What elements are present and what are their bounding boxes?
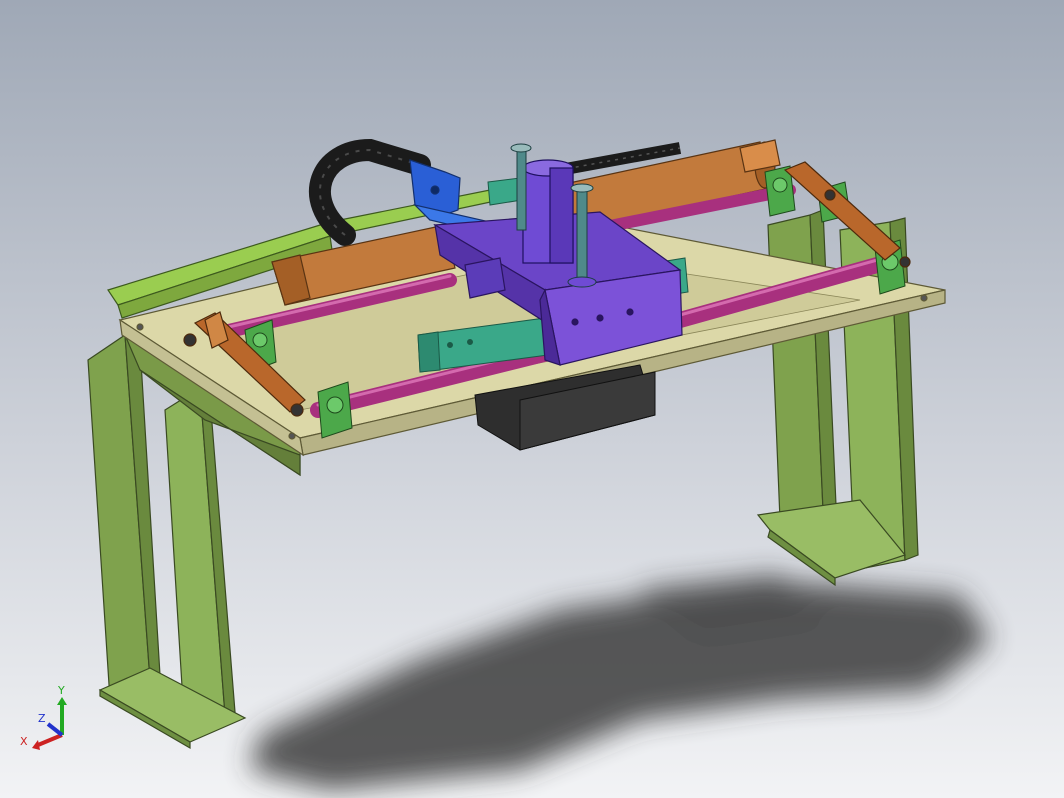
triad-y-label: Y: [57, 684, 65, 697]
vertical-cylinder[interactable]: [522, 159, 574, 264]
triad-z-label: Z: [38, 712, 46, 725]
cad-viewport[interactable]: Y X Z: [0, 0, 1064, 798]
cad-scene: Y X Z: [0, 0, 1064, 798]
triad-x-label: X: [20, 735, 28, 748]
bearing-support-fl[interactable]: [317, 381, 353, 439]
